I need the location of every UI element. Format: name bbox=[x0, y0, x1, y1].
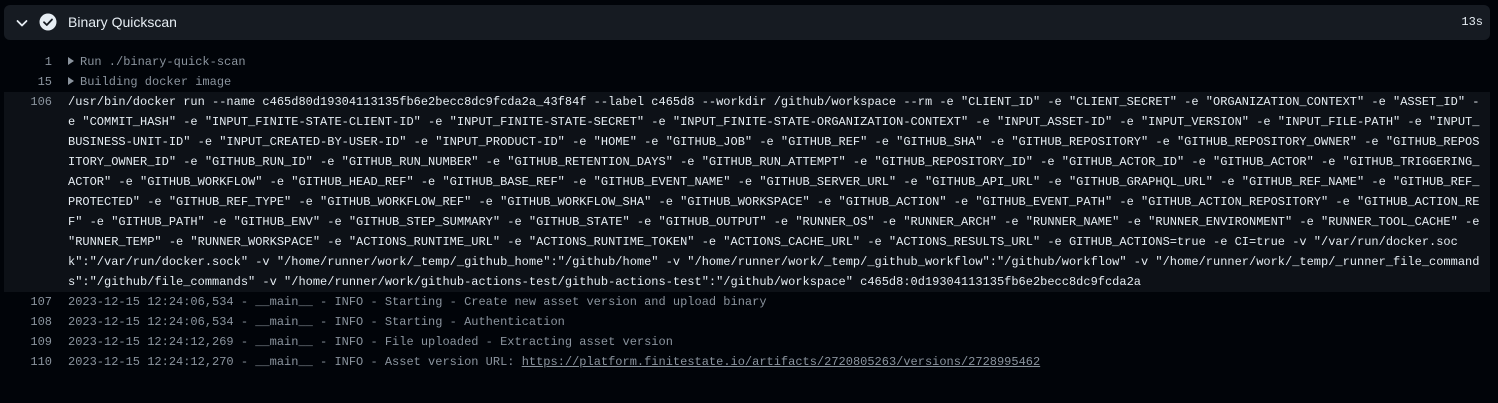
line-number[interactable]: 110 bbox=[4, 352, 52, 372]
log-line: 107 2023-12-15 12:24:06,534 - __main__ -… bbox=[4, 292, 1490, 312]
log-text: 2023-12-15 12:24:12,269 - __main__ - INF… bbox=[68, 335, 673, 349]
log-line-group[interactable]: 15 Building docker image bbox=[4, 72, 1490, 92]
caret-right-icon[interactable] bbox=[68, 57, 74, 65]
log-group-run[interactable]: Run ./binary-quick-scan bbox=[52, 52, 1490, 72]
line-number[interactable]: 1 bbox=[4, 52, 52, 72]
log-line: 108 2023-12-15 12:24:06,534 - __main__ -… bbox=[4, 312, 1490, 332]
log-line: 109 2023-12-15 12:24:12,269 - __main__ -… bbox=[4, 332, 1490, 352]
chevron-down-icon[interactable] bbox=[14, 15, 30, 31]
log-group-label: Building docker image bbox=[80, 75, 232, 89]
step-header[interactable]: Binary Quickscan 13s bbox=[4, 5, 1490, 40]
check-circle-icon bbox=[39, 13, 57, 31]
line-number[interactable]: 15 bbox=[4, 72, 52, 92]
line-number[interactable]: 108 bbox=[4, 312, 52, 332]
step-duration: 13s bbox=[1461, 15, 1483, 29]
line-number[interactable]: 106 bbox=[4, 92, 52, 292]
log-line-group[interactable]: 1 Run ./binary-quick-scan bbox=[4, 52, 1490, 72]
line-number[interactable]: 107 bbox=[4, 292, 52, 312]
log-text-prefix: 2023-12-15 12:24:12,270 - __main__ - INF… bbox=[68, 355, 522, 369]
log-line-command: 106 /usr/bin/docker run --name c465d80d1… bbox=[4, 92, 1490, 292]
log-group-label: Run ./binary-quick-scan bbox=[80, 55, 246, 69]
log-text: 2023-12-15 12:24:12,270 - __main__ - INF… bbox=[52, 352, 1490, 372]
line-number[interactable]: 109 bbox=[4, 332, 52, 352]
asset-version-link[interactable]: https://platform.finitestate.io/artifact… bbox=[522, 355, 1040, 369]
caret-right-icon[interactable] bbox=[68, 77, 74, 85]
log-text: 2023-12-15 12:24:06,534 - __main__ - INF… bbox=[68, 315, 565, 329]
log-group-build[interactable]: Building docker image bbox=[52, 72, 1490, 92]
log-line: 110 2023-12-15 12:24:12,270 - __main__ -… bbox=[4, 352, 1490, 372]
step-title: Binary Quickscan bbox=[68, 14, 177, 30]
log-output: 1 Run ./binary-quick-scan 15 Building do… bbox=[4, 52, 1490, 372]
log-text: 2023-12-15 12:24:06,534 - __main__ - INF… bbox=[68, 295, 767, 309]
docker-command-text: /usr/bin/docker run --name c465d80d19304… bbox=[68, 95, 1487, 289]
